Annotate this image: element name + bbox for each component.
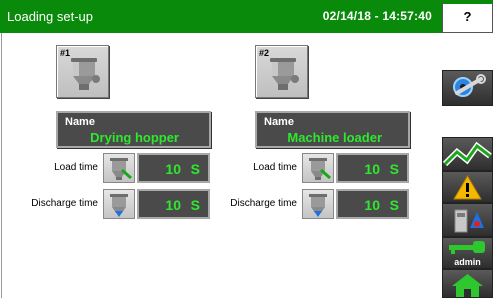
loader-2-button[interactable]: #2 xyxy=(255,45,308,98)
alarm-button[interactable] xyxy=(442,171,493,203)
date-time: 02/14/18 - 14:57:40 xyxy=(322,9,432,23)
home-button[interactable] xyxy=(442,269,493,298)
loader-icon xyxy=(71,58,100,90)
load-time-value: 10 xyxy=(165,161,181,177)
loader-1-button[interactable]: #1 xyxy=(56,45,109,98)
warning-icon xyxy=(453,175,482,200)
name-label: Name xyxy=(65,116,95,128)
dryer-button[interactable] xyxy=(442,203,493,237)
dryer-unit-icon xyxy=(454,209,484,233)
load-time-value: 10 xyxy=(364,161,380,177)
discharge-time-unit: S xyxy=(389,197,399,213)
discharge-time-label: Discharge time xyxy=(230,198,297,209)
discharge-time-value: 10 xyxy=(364,197,380,213)
discharge-icon xyxy=(103,189,135,219)
loader-load-icon xyxy=(110,158,132,180)
load-icon xyxy=(302,153,334,183)
loader-2-name-field[interactable]: Name Machine loader xyxy=(255,111,410,148)
discharge-time-unit: S xyxy=(190,197,200,213)
help-button[interactable]: ? xyxy=(442,0,493,33)
discharge-time-value: 10 xyxy=(165,197,181,213)
settings-button[interactable] xyxy=(442,70,493,106)
loader-2-name: Machine loader xyxy=(287,130,382,145)
loader-discharge-icon xyxy=(309,194,327,217)
page-title: Loading set-up xyxy=(7,9,94,24)
load-icon xyxy=(103,153,135,183)
trend-chart-icon xyxy=(443,141,492,167)
load-time-label: Load time xyxy=(253,162,297,173)
loader-1-name: Drying hopper xyxy=(90,130,179,145)
loader-2-load-time-field[interactable]: 10 S xyxy=(336,153,409,183)
loader-icon xyxy=(270,58,299,90)
trend-button[interactable] xyxy=(442,137,493,171)
load-time-unit: S xyxy=(389,161,399,177)
load-time-unit: S xyxy=(190,161,200,177)
load-time-label: Load time xyxy=(54,162,98,173)
header-bar: Loading set-up 02/14/18 - 14:57:40 xyxy=(0,0,442,33)
loader-2-discharge-time-field[interactable]: 10 S xyxy=(336,189,409,219)
name-label: Name xyxy=(264,116,294,128)
loader-1-load-time-field[interactable]: 10 S xyxy=(137,153,210,183)
user-name: admin xyxy=(454,257,481,267)
discharge-icon xyxy=(302,189,334,219)
loader-discharge-icon xyxy=(110,194,128,217)
loader-1-name-field[interactable]: Name Drying hopper xyxy=(56,111,211,148)
divider xyxy=(1,33,2,298)
wrench-gear-icon xyxy=(453,74,486,97)
loader-load-icon xyxy=(309,158,331,180)
user-button[interactable]: admin xyxy=(442,237,493,269)
discharge-time-label: Discharge time xyxy=(31,198,98,209)
user-key-icon xyxy=(449,241,485,254)
home-icon xyxy=(452,274,483,297)
loader-1-discharge-time-field[interactable]: 10 S xyxy=(137,189,210,219)
